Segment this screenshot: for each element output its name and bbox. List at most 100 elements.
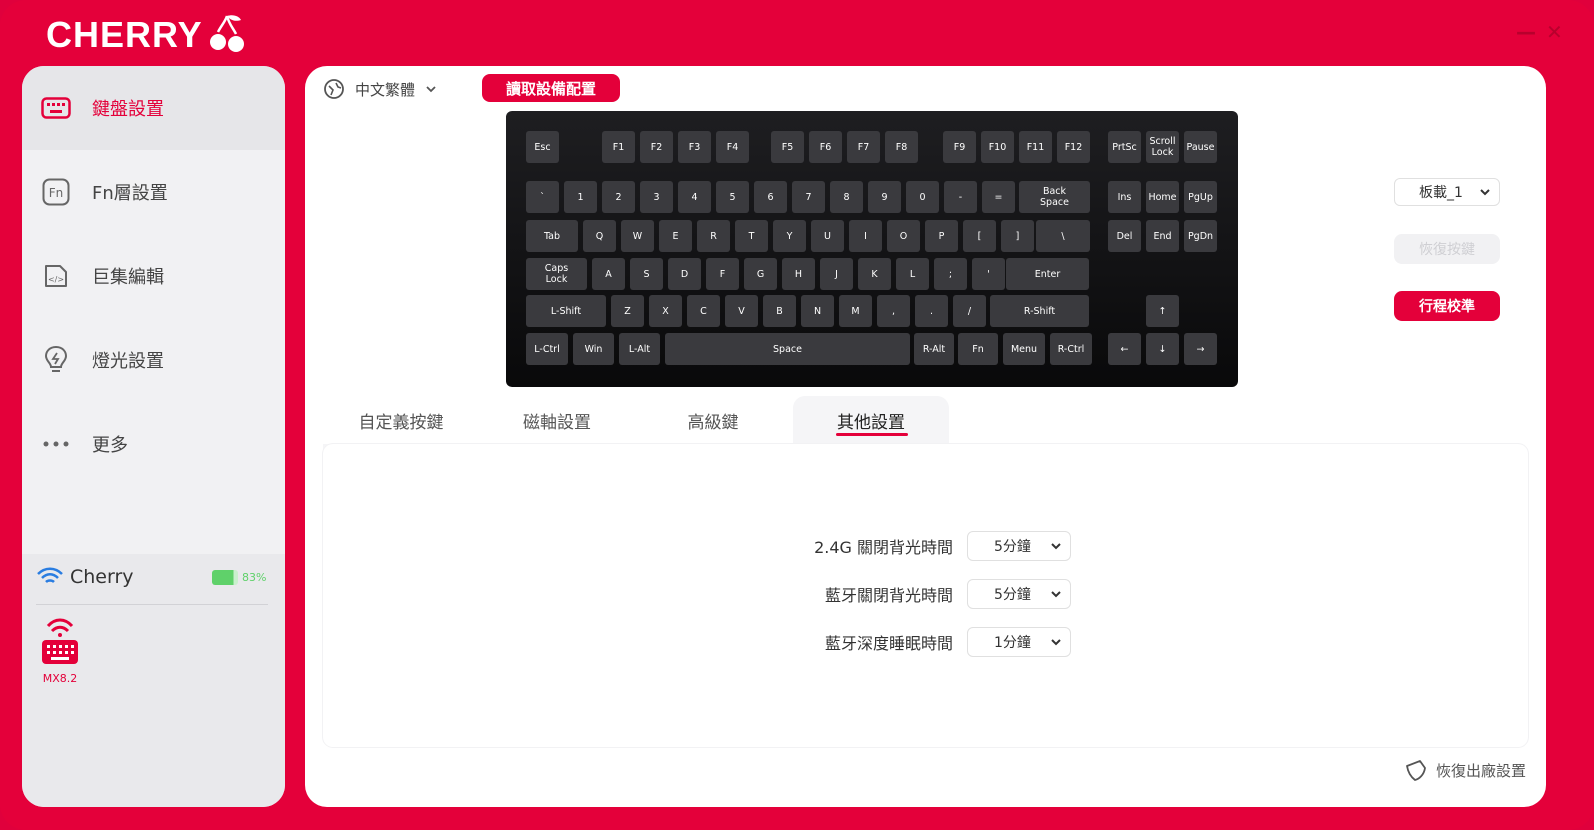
key-6[interactable]: 6 <box>754 181 787 213</box>
key-g[interactable]: G <box>744 258 777 290</box>
bluetooth-sleep-select[interactable]: 1分鐘 <box>967 627 1071 657</box>
key-home[interactable]: Home <box>1146 181 1179 213</box>
key-2[interactable]: 2 <box>602 181 635 213</box>
key-r-shift[interactable]: R-Shift <box>990 295 1089 327</box>
minimize-button[interactable]: — <box>1516 20 1536 44</box>
key-ins[interactable]: Ins <box>1108 181 1141 213</box>
key-esc[interactable]: Esc <box>526 131 559 163</box>
key-fn[interactable]: Fn <box>958 333 998 365</box>
key-e[interactable]: E <box>659 220 692 252</box>
read-device-config-button[interactable]: 讀取設備配置 <box>482 74 620 102</box>
sidebar-item-keyboard-settings[interactable]: 鍵盤設置 <box>22 66 285 150</box>
key-win[interactable]: Win <box>573 333 614 365</box>
device-card[interactable]: MX8.2 <box>38 616 82 685</box>
close-button[interactable]: ✕ <box>1546 20 1563 44</box>
key-w[interactable]: W <box>621 220 654 252</box>
key-↓[interactable]: ↓ <box>1146 333 1179 365</box>
key-enter[interactable]: Enter <box>1006 258 1089 290</box>
key-k[interactable]: K <box>858 258 891 290</box>
key-3[interactable]: 3 <box>640 181 673 213</box>
key-c[interactable]: C <box>687 295 720 327</box>
key-r[interactable]: R <box>697 220 730 252</box>
sidebar-item-more[interactable]: 更多 <box>22 402 285 486</box>
key-p[interactable]: P <box>925 220 958 252</box>
key-f2[interactable]: F2 <box>640 131 673 163</box>
language-selector[interactable]: 中文繁體 <box>323 78 437 100</box>
key-l[interactable]: L <box>896 258 929 290</box>
key-f[interactable]: F <box>706 258 739 290</box>
key-,[interactable]: , <box>877 295 910 327</box>
key-←[interactable]: ← <box>1108 333 1141 365</box>
tab-other-settings[interactable]: 其他設置 <box>793 396 949 444</box>
key-r-ctrl[interactable]: R-Ctrl <box>1050 333 1092 365</box>
key-back-space[interactable]: Back Space <box>1019 181 1090 213</box>
key-`[interactable]: ` <box>526 181 559 213</box>
backlight-bluetooth-select[interactable]: 5分鐘 <box>967 579 1071 609</box>
key-prtsc[interactable]: PrtSc <box>1108 131 1141 163</box>
sidebar-item-lighting[interactable]: 燈光設置 <box>22 318 285 402</box>
key-space[interactable]: Space <box>665 333 910 365</box>
key-\[interactable]: \ <box>1036 220 1090 252</box>
key-scroll-lock[interactable]: Scroll Lock <box>1146 131 1179 163</box>
key-↑[interactable]: ↑ <box>1146 295 1179 327</box>
factory-reset-button[interactable]: 恢復出廠設置 <box>1404 758 1526 782</box>
key-7[interactable]: 7 <box>792 181 825 213</box>
key-r-alt[interactable]: R-Alt <box>914 333 954 365</box>
key-8[interactable]: 8 <box>830 181 863 213</box>
tab-magnetic-axis[interactable]: 磁軸設置 <box>479 396 635 444</box>
key-.[interactable]: . <box>915 295 948 327</box>
key-0[interactable]: 0 <box>906 181 939 213</box>
key-f10[interactable]: F10 <box>981 131 1014 163</box>
key-q[interactable]: Q <box>583 220 616 252</box>
key-n[interactable]: N <box>801 295 834 327</box>
key-f12[interactable]: F12 <box>1057 131 1090 163</box>
key-d[interactable]: D <box>668 258 701 290</box>
key-/[interactable]: / <box>953 295 986 327</box>
key-[[interactable]: [ <box>963 220 996 252</box>
key-x[interactable]: X <box>649 295 682 327</box>
key-f3[interactable]: F3 <box>678 131 711 163</box>
key-f6[interactable]: F6 <box>809 131 842 163</box>
key-b[interactable]: B <box>763 295 796 327</box>
key-o[interactable]: O <box>887 220 920 252</box>
key--[interactable]: - <box>944 181 977 213</box>
profile-select[interactable]: 板載_1 <box>1394 178 1500 206</box>
key-'[interactable]: ' <box>972 258 1005 290</box>
tab-custom-keys[interactable]: 自定義按鍵 <box>323 396 479 444</box>
key-5[interactable]: 5 <box>716 181 749 213</box>
key-][interactable]: ] <box>1001 220 1034 252</box>
key-z[interactable]: Z <box>611 295 644 327</box>
key-pgup[interactable]: PgUp <box>1184 181 1217 213</box>
sidebar-item-fn-layer[interactable]: Fn Fn層設置 <box>22 150 285 234</box>
tab-advanced-keys[interactable]: 高級鍵 <box>635 396 791 444</box>
key-y[interactable]: Y <box>773 220 806 252</box>
key-f5[interactable]: F5 <box>771 131 804 163</box>
backlight-24g-select[interactable]: 5分鐘 <box>967 531 1071 561</box>
key-end[interactable]: End <box>1146 220 1179 252</box>
sidebar-item-macro[interactable]: </> 巨集編輯 <box>22 234 285 318</box>
key-→[interactable]: → <box>1184 333 1217 365</box>
key-m[interactable]: M <box>839 295 872 327</box>
key-f1[interactable]: F1 <box>602 131 635 163</box>
key-f7[interactable]: F7 <box>847 131 880 163</box>
key-u[interactable]: U <box>811 220 844 252</box>
key-4[interactable]: 4 <box>678 181 711 213</box>
key-;[interactable]: ; <box>934 258 967 290</box>
travel-calibration-button[interactable]: 行程校準 <box>1394 291 1500 321</box>
key-j[interactable]: J <box>820 258 853 290</box>
key-caps-lock[interactable]: Caps Lock <box>526 258 587 290</box>
key-f11[interactable]: F11 <box>1019 131 1052 163</box>
restore-key-button[interactable]: 恢復按鍵 <box>1394 234 1500 264</box>
key-f9[interactable]: F9 <box>943 131 976 163</box>
key-pause[interactable]: Pause <box>1184 131 1217 163</box>
key-f8[interactable]: F8 <box>885 131 918 163</box>
key-del[interactable]: Del <box>1108 220 1141 252</box>
key-=[interactable]: = <box>982 181 1015 213</box>
key-pgdn[interactable]: PgDn <box>1184 220 1217 252</box>
key-l-ctrl[interactable]: L-Ctrl <box>526 333 568 365</box>
key-menu[interactable]: Menu <box>1003 333 1045 365</box>
key-f4[interactable]: F4 <box>716 131 749 163</box>
key-a[interactable]: A <box>592 258 625 290</box>
key-i[interactable]: I <box>849 220 882 252</box>
key-1[interactable]: 1 <box>564 181 597 213</box>
